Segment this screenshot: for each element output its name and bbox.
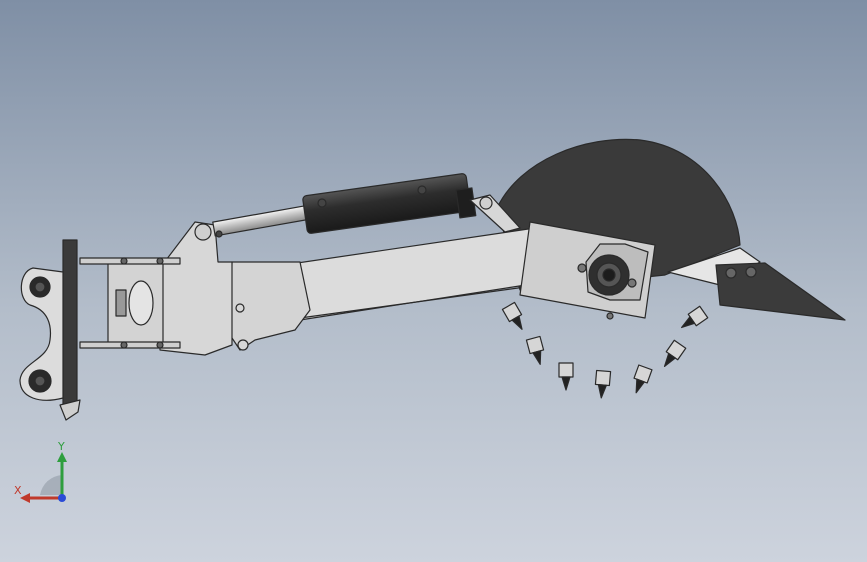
hydraulic-cylinder — [194, 173, 521, 241]
x-axis-label: X — [14, 484, 22, 497]
pivot-pin — [235, 303, 245, 313]
tooth — [525, 335, 545, 365]
lift-bracket — [159, 221, 233, 356]
tooth — [663, 339, 687, 367]
attachment-lug — [19, 267, 64, 401]
mounting-plate — [62, 239, 78, 406]
tooth — [633, 364, 653, 394]
pivot-pin — [237, 339, 249, 351]
z-axis-dot-icon — [58, 494, 66, 502]
tooth — [594, 369, 612, 399]
tooth — [681, 305, 709, 329]
cutting-teeth — [501, 301, 709, 399]
y-axis-label: Y — [57, 440, 65, 453]
y-axis-arrow-icon — [57, 452, 67, 462]
cad-viewport[interactable] — [0, 0, 867, 562]
tooth — [501, 301, 523, 330]
trencher-model[interactable] — [19, 138, 846, 421]
triad-plane-icon — [40, 475, 62, 495]
tooth — [558, 362, 574, 391]
orientation-triad[interactable]: Y X — [14, 440, 78, 510]
